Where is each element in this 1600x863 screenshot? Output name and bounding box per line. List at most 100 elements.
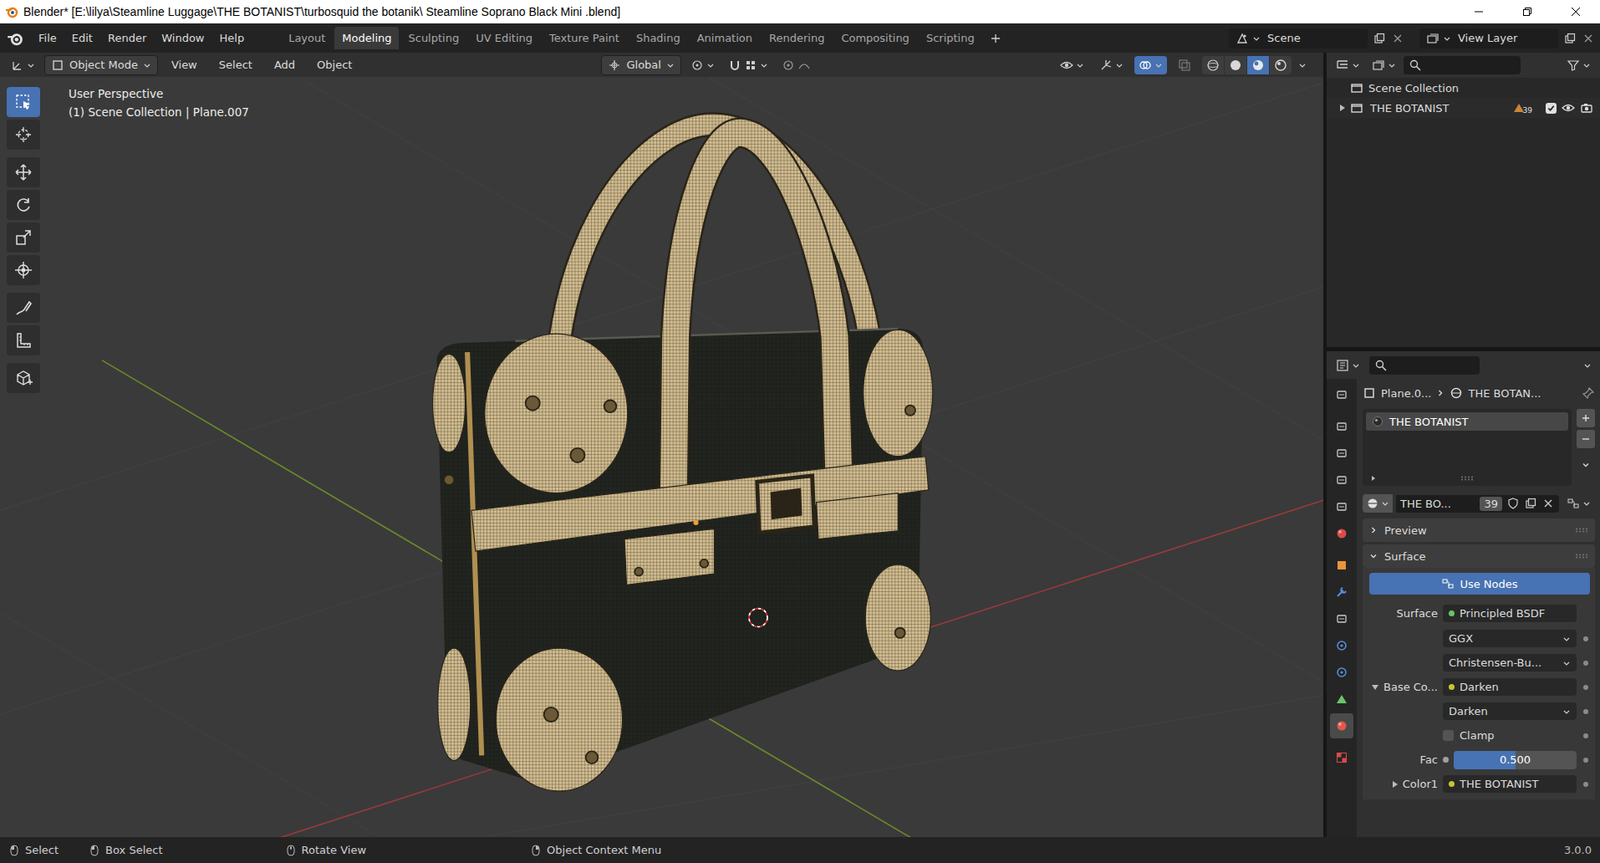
dropdown-field[interactable]: Christensen-Bu... bbox=[1442, 653, 1577, 672]
tool-button[interactable] bbox=[6, 86, 41, 118]
filter-button[interactable] bbox=[1562, 56, 1595, 75]
keyframe-decorator[interactable] bbox=[1583, 684, 1589, 690]
workspace-tab[interactable]: Rendering bbox=[761, 26, 832, 50]
linked-input-field[interactable]: Darken bbox=[1442, 677, 1577, 696]
dropdown-field[interactable]: GGX bbox=[1442, 629, 1577, 648]
properties-tab[interactable] bbox=[1329, 440, 1354, 466]
menu-item[interactable]: File bbox=[31, 28, 64, 48]
bag-model[interactable] bbox=[433, 124, 933, 791]
orientation-dropdown[interactable]: Global bbox=[601, 55, 681, 76]
properties-tab[interactable] bbox=[1329, 606, 1354, 632]
restore-button[interactable] bbox=[1503, 0, 1552, 24]
viewport-menu[interactable]: Add bbox=[265, 56, 304, 74]
expand-arrow[interactable] bbox=[1371, 684, 1379, 690]
menu-item[interactable]: Render bbox=[101, 28, 153, 48]
delete-scene-icon[interactable] bbox=[1391, 31, 1405, 46]
tool-button[interactable] bbox=[6, 189, 41, 220]
keyframe-decorator[interactable] bbox=[1583, 757, 1589, 763]
drag-grip-icon[interactable] bbox=[1574, 553, 1589, 559]
delete-view-layer-icon[interactable] bbox=[1581, 31, 1595, 46]
mode-dropdown[interactable]: Object Mode bbox=[44, 55, 158, 76]
properties-tab[interactable] bbox=[1329, 579, 1354, 605]
new-scene-icon[interactable] bbox=[1372, 31, 1386, 46]
workspace-tab[interactable]: Animation bbox=[689, 26, 760, 50]
view-layer-field[interactable]: View Layer bbox=[1419, 28, 1559, 49]
properties-search[interactable] bbox=[1369, 356, 1480, 375]
tool-button[interactable] bbox=[6, 157, 41, 188]
tool-button[interactable] bbox=[6, 254, 41, 286]
eye-icon[interactable] bbox=[1561, 101, 1575, 115]
properties-tab[interactable] bbox=[1329, 713, 1354, 739]
editor-type-button[interactable] bbox=[1331, 356, 1365, 375]
unlink-icon[interactable] bbox=[1541, 496, 1555, 510]
display-mode-button[interactable] bbox=[1367, 56, 1401, 75]
outliner-root-row[interactable]: Scene Collection bbox=[1326, 77, 1600, 98]
properties-tab[interactable] bbox=[1329, 520, 1354, 546]
tool-button[interactable] bbox=[6, 292, 41, 323]
outliner-row[interactable]: THE BOTANIST 39 bbox=[1326, 97, 1600, 118]
material-name-field[interactable]: THE BO... 39 bbox=[1396, 494, 1560, 513]
shading-mode-button[interactable] bbox=[1224, 56, 1247, 75]
workspace-tab[interactable]: UV Editing bbox=[468, 26, 541, 50]
properties-tab[interactable] bbox=[1329, 686, 1354, 712]
tool-button[interactable] bbox=[6, 362, 41, 393]
shading-mode-button[interactable] bbox=[1247, 56, 1269, 75]
filter-toggle-icon[interactable] bbox=[1369, 473, 1378, 483]
gizmo-button[interactable] bbox=[1095, 56, 1128, 75]
workspace-tab[interactable]: Texture Paint bbox=[541, 26, 627, 50]
properties-tab[interactable] bbox=[1329, 494, 1354, 520]
menu-item[interactable]: Help bbox=[213, 28, 252, 48]
checkbox-field[interactable]: Clamp bbox=[1442, 728, 1577, 742]
browse-material-button[interactable] bbox=[1362, 494, 1393, 513]
viewport-menu[interactable]: Select bbox=[210, 56, 261, 74]
menu-item[interactable]: Edit bbox=[65, 28, 100, 48]
shading-mode-button[interactable] bbox=[1269, 56, 1292, 75]
add-slot-button[interactable] bbox=[1576, 408, 1595, 428]
checkbox[interactable] bbox=[1442, 729, 1454, 741]
workspace-tab[interactable]: Compositing bbox=[833, 26, 918, 50]
properties-tab[interactable] bbox=[1329, 382, 1354, 408]
properties-tab[interactable] bbox=[1329, 744, 1354, 770]
visibility-button[interactable] bbox=[1055, 56, 1089, 75]
close-button[interactable] bbox=[1551, 0, 1600, 24]
drag-grip-icon[interactable] bbox=[1574, 527, 1589, 533]
workspace-tab[interactable]: Scripting bbox=[918, 26, 983, 50]
keyframe-decorator[interactable] bbox=[1583, 636, 1589, 642]
children-badge[interactable]: 39 bbox=[1512, 101, 1533, 115]
overlays-button[interactable] bbox=[1134, 56, 1167, 75]
panel-header[interactable]: Surface bbox=[1362, 544, 1595, 568]
user-count[interactable]: 39 bbox=[1479, 496, 1503, 511]
material-slot[interactable]: THE BOTANIST bbox=[1365, 412, 1569, 431]
resize-grip-icon[interactable] bbox=[1460, 475, 1474, 481]
new-view-layer-icon[interactable] bbox=[1563, 31, 1577, 46]
xray-button[interactable] bbox=[1173, 56, 1196, 75]
keyframe-decorator[interactable] bbox=[1583, 660, 1589, 666]
surface-shader-field[interactable]: Principled BSDF bbox=[1442, 604, 1577, 622]
pin-icon[interactable] bbox=[1581, 386, 1595, 400]
keyframe-decorator[interactable] bbox=[1583, 781, 1589, 787]
properties-tab[interactable] bbox=[1329, 659, 1354, 685]
minimize-button[interactable] bbox=[1454, 0, 1504, 24]
proportional-button[interactable] bbox=[777, 56, 816, 75]
workspace-tab[interactable]: Shading bbox=[628, 26, 688, 50]
expand-arrow[interactable] bbox=[1392, 780, 1398, 788]
shading-options-icon[interactable] bbox=[1298, 61, 1307, 70]
use-nodes-button[interactable]: Use Nodes bbox=[1369, 572, 1590, 595]
add-workspace-icon[interactable] bbox=[990, 33, 1001, 44]
scene-field[interactable]: Scene bbox=[1228, 28, 1368, 49]
workspace-tab[interactable]: Modeling bbox=[334, 26, 399, 50]
blender-menu-icon[interactable] bbox=[6, 30, 24, 47]
workspace-tab[interactable]: Sculpting bbox=[400, 26, 467, 50]
remove-slot-button[interactable] bbox=[1576, 429, 1595, 449]
factor-slider[interactable]: 0.500 bbox=[1453, 750, 1577, 770]
outliner-search[interactable] bbox=[1403, 56, 1521, 75]
viewport-menu[interactable]: View bbox=[163, 56, 206, 74]
viewport-menu[interactable]: Object bbox=[308, 56, 361, 74]
3d-cursor[interactable] bbox=[749, 608, 768, 627]
expand-arrow[interactable] bbox=[1340, 104, 1346, 112]
link-type-button[interactable] bbox=[1562, 494, 1595, 513]
pivot-button[interactable] bbox=[686, 56, 719, 75]
panel-header[interactable]: Preview bbox=[1362, 518, 1595, 542]
tool-button[interactable] bbox=[6, 119, 41, 150]
workspace-tab[interactable]: Layout bbox=[280, 26, 333, 50]
